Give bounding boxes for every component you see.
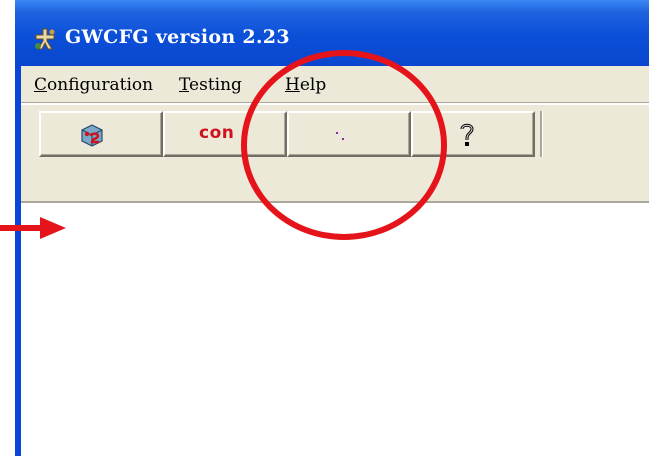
menu-help-accel: H — [285, 75, 300, 95]
menu-configuration[interactable]: Configuration — [34, 75, 153, 95]
menu-help[interactable]: Help — [285, 75, 326, 95]
screenshot: GWCFG version 2.23 Configuration Testing… — [0, 0, 649, 456]
app-window: GWCFG version 2.23 Configuration Testing… — [15, 0, 649, 456]
toolbar: con — [21, 105, 649, 197]
connect-button[interactable]: con — [163, 111, 287, 157]
menu-testing-label: esting — [189, 75, 242, 95]
help-button[interactable] — [411, 111, 535, 157]
app-icon — [32, 27, 58, 51]
dots-button[interactable] — [287, 111, 411, 157]
title-bar[interactable]: GWCFG version 2.23 — [15, 0, 649, 66]
config-button[interactable] — [39, 111, 163, 157]
window-title: GWCFG version 2.23 — [65, 26, 290, 48]
help-question-icon — [457, 121, 477, 149]
menu-testing[interactable]: Testing — [179, 75, 242, 95]
menu-bar: Configuration Testing Help — [21, 66, 649, 102]
connect-button-label: con — [199, 123, 235, 143]
main-work-area[interactable] — [21, 201, 649, 456]
menu-configuration-accel: C — [34, 75, 48, 95]
toolbar-end-separator — [540, 111, 543, 157]
menu-configuration-label: onfiguration — [47, 75, 154, 95]
menu-testing-accel: T — [179, 75, 190, 95]
client-area: Configuration Testing Help con — [21, 66, 649, 456]
dots-icon — [333, 125, 353, 145]
menu-help-label: elp — [299, 75, 327, 95]
config-icon — [78, 122, 106, 148]
